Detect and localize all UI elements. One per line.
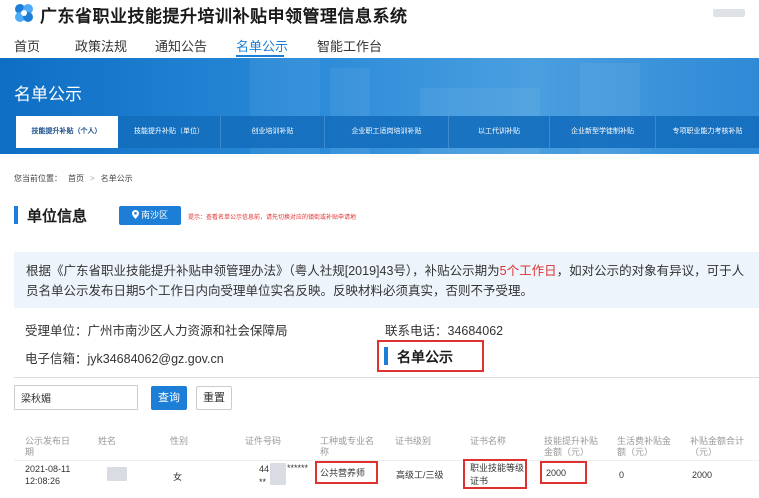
section-divider [14, 377, 759, 378]
user-avatar[interactable] [713, 9, 745, 17]
cell-time: 12:08:26 [25, 476, 61, 486]
logo-icon [15, 4, 33, 22]
query-button[interactable]: 查询 [151, 386, 187, 410]
list-section-marker [384, 347, 388, 365]
tab-apprenticeship[interactable]: 企业新型学徒制补贴 [550, 116, 656, 148]
cell-name-redacted [107, 467, 127, 481]
notice-text: 根据《广东省职业技能提升补贴申领管理办法》（粤人社规[2019]43号），补贴公… [26, 261, 754, 301]
col-gender: 性别 [170, 436, 189, 446]
name-search-input[interactable] [14, 385, 138, 410]
notice-highlight: 5个工作日 [499, 264, 557, 278]
col-occupation: 工种或专业名称 [320, 436, 375, 457]
region-select-button[interactable]: 南沙区 [119, 206, 181, 225]
tab-skill-personal[interactable]: 技能提升补贴（个人） [16, 116, 118, 148]
cell-id-redacted [270, 463, 286, 485]
location-pin-icon [131, 210, 139, 219]
main-nav: 首页 政策法规 通知公告 名单公示 智能工作台 [0, 30, 759, 58]
region-label: 南沙区 [140, 210, 168, 220]
nav-item-workbench[interactable]: 智能工作台 [317, 36, 382, 55]
col-date: 公示发布日期 [25, 436, 71, 457]
cell-cert-level: 高级工/三级 [396, 470, 444, 480]
tab-special-ability[interactable]: 专项职业能力考核补贴 [656, 116, 759, 148]
tab-staff-training[interactable]: 企业职工适岗培训补贴 [325, 116, 449, 148]
col-cert-name: 证书名称 [470, 436, 507, 446]
breadcrumb-home[interactable]: 首页 [68, 174, 84, 183]
accepting-unit: 受理单位：广州市南沙区人力资源和社会保障局 [25, 324, 288, 338]
site-title: 广东省职业技能提升培训补贴申领管理信息系统 [40, 7, 408, 26]
col-skill-subsidy: 技能提升补贴金额（元） [544, 436, 599, 457]
top-header: 广东省职业技能提升培训补贴申领管理信息系统 [0, 0, 759, 28]
nav-item-home[interactable]: 首页 [14, 36, 40, 55]
list-title: 名单公示 [397, 349, 453, 365]
col-name: 姓名 [98, 436, 117, 446]
breadcrumb-current: 名单公示 [100, 174, 133, 183]
section-marker [14, 206, 18, 224]
cell-cert-name-2: 证书 [470, 476, 489, 486]
tab-startup-training[interactable]: 创业培训补贴 [221, 116, 325, 148]
tab-skill-unit[interactable]: 技能提升补贴（单位） [118, 116, 221, 148]
col-total: 补贴金额合计（元） [690, 436, 745, 457]
cell-id-end: ** [259, 477, 267, 487]
nav-active-indicator [236, 55, 284, 57]
col-living-subsidy: 生活费补贴金额（元） [617, 436, 672, 457]
cell-skill-subsidy: 2000 [546, 468, 567, 478]
tab-work-training[interactable]: 以工代训补贴 [449, 116, 550, 148]
unit-info-title: 单位信息 [27, 208, 88, 225]
breadcrumb: 您当前位置： 首页 > 名单公示 [14, 173, 139, 184]
breadcrumb-separator: > [90, 174, 95, 183]
nav-item-notice[interactable]: 通知公告 [155, 36, 207, 55]
banner-title: 名单公示 [14, 85, 82, 104]
nav-item-name-list[interactable]: 名单公示 [236, 36, 288, 55]
col-cert-level: 证书级别 [395, 436, 432, 446]
contact-email: 电子信箱：jyk34684062@gz.gov.cn [25, 352, 224, 366]
cell-id-start: 44 [259, 464, 270, 474]
cell-id-mask: ****** [287, 463, 309, 473]
cell-occupation: 公共营养师 [320, 468, 366, 478]
cell-cert-name-1: 职业技能等级 [470, 463, 525, 473]
cell-date: 2021-08-11 [25, 464, 71, 474]
col-id-number: 证件号码 [245, 436, 282, 446]
cell-total: 2000 [692, 470, 713, 480]
reset-button[interactable]: 重置 [196, 386, 232, 410]
cell-living-subsidy: 0 [619, 470, 625, 480]
notice-box: 根据《广东省职业技能提升补贴申领管理办法》（粤人社规[2019]43号），补贴公… [14, 252, 759, 308]
notice-part1: 根据《广东省职业技能提升补贴申领管理办法》（粤人社规[2019]43号），补贴公… [26, 264, 500, 278]
header-divider [14, 460, 759, 461]
subsidy-tabs: 技能提升补贴（个人） 技能提升补贴（单位） 创业培训补贴 企业职工适岗培训补贴 … [16, 116, 759, 148]
nav-item-policy[interactable]: 政策法规 [75, 36, 127, 55]
breadcrumb-prefix: 您当前位置： [14, 174, 62, 183]
contact-phone: 联系电话：34684062 [385, 324, 504, 338]
cell-gender: 女 [173, 472, 183, 482]
region-hint: 提示：查看名单公示信息前，请先切换对应的镇街或补贴申请地 [188, 215, 357, 221]
